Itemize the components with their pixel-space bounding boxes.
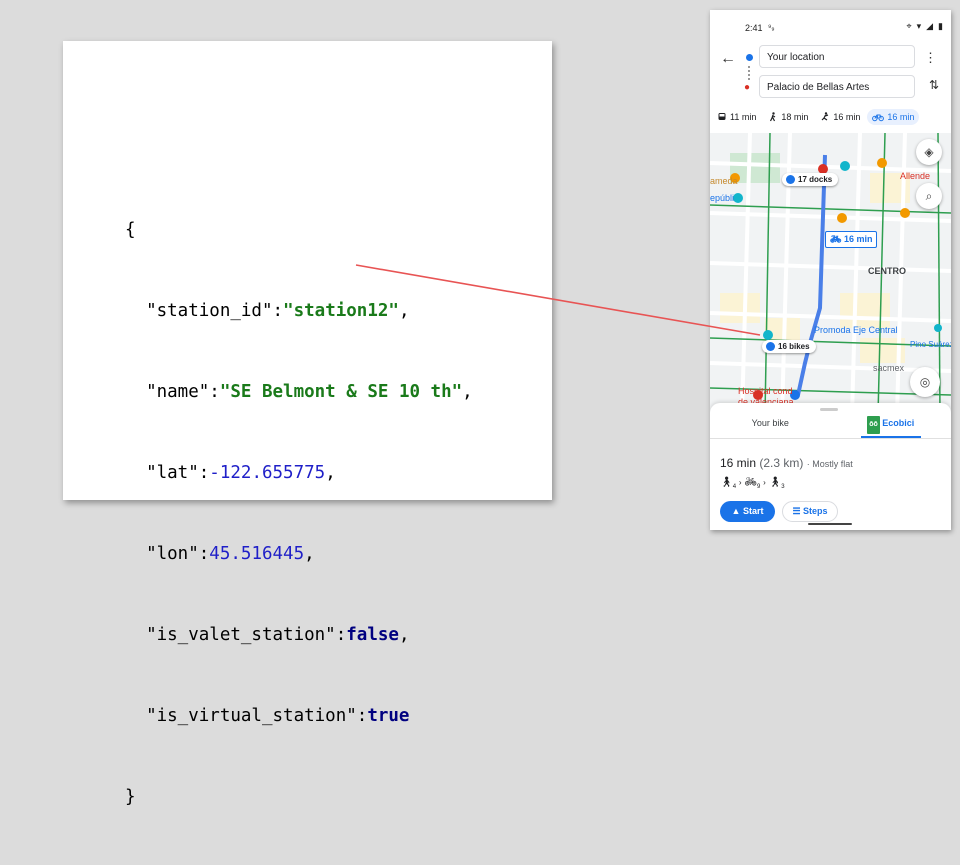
more-vert-icon[interactable]: ⋮ <box>924 50 937 66</box>
json-code: { "station_id":"station12", "name":"SE B… <box>125 163 473 865</box>
my-location-icon[interactable]: ◎ <box>910 367 940 397</box>
chevron-right-icon: › <box>763 478 766 487</box>
navigation-icon: ▲ <box>731 506 741 516</box>
mode-walk-time: 18 min <box>781 112 809 122</box>
tab-ecobici[interactable]: ōō Ecobici <box>831 414 952 438</box>
swap-icon[interactable]: ⇅ <box>929 78 939 92</box>
dock-icon <box>786 175 795 184</box>
destination-field[interactable]: Palacio de Bellas Artes <box>759 75 915 98</box>
travel-modes: 11 min 18 min 16 min 16 min <box>710 105 951 129</box>
code-line-lat: "lat":-122.655775, <box>125 463 336 483</box>
trip-legs: 🚶︎4 › 🚲︎9 › 🚶︎3 <box>720 477 785 490</box>
destination-pin-icon: ● <box>744 82 751 93</box>
code-line-name: "name":"SE Belmont & SE 10 th", <box>125 382 473 402</box>
mode-walk[interactable]: 18 min <box>763 109 813 125</box>
status-bar: 2:41 ⁹₉ ⌖ ▾ ◢ ▮ <box>710 10 951 46</box>
trip-duration: 16 min <box>720 456 757 470</box>
ride-icon <box>821 112 829 121</box>
bike-icon <box>872 114 885 122</box>
docks-chip[interactable]: 17 docks <box>782 173 839 186</box>
steps-button[interactable]: ☰ Steps <box>782 501 838 522</box>
tab-your-bike[interactable]: Your bike <box>710 414 831 438</box>
sheet-handle[interactable] <box>820 408 838 411</box>
transit-icon <box>718 113 726 120</box>
start-button[interactable]: ▲ Start <box>720 501 775 522</box>
mode-ride[interactable]: 16 min <box>815 109 865 125</box>
layers-icon[interactable]: ◈ <box>916 139 942 165</box>
back-arrow-icon[interactable]: ← <box>720 50 736 68</box>
map-label-allende: Allende <box>900 171 931 181</box>
status-sim: ⁹₉ <box>768 23 775 32</box>
mode-ride-time: 16 min <box>833 112 861 122</box>
bottom-sheet: Your bike ōō Ecobici 16 min (2.3 km) · M… <box>710 403 951 530</box>
map-label-sacmex: sacmex <box>873 363 905 373</box>
map-label-alameda: ameda <box>710 176 738 186</box>
code-line-station-id: "station_id":"station12", <box>125 301 410 321</box>
map-label-republica: epúbli <box>710 193 735 203</box>
bike-tabs: Your bike ōō Ecobici <box>710 414 951 438</box>
code-line-open: { <box>125 220 136 240</box>
status-icons: ⌖ ▾ ◢ ▮ <box>907 21 943 32</box>
walk-icon: 🚶︎4 <box>720 477 737 490</box>
trip-distance: (2.3 km) <box>759 456 804 470</box>
signal-icon: ◢ <box>926 21 934 31</box>
mode-bike-time: 16 min <box>887 112 915 122</box>
walk-icon: 🚶︎3 <box>768 477 785 490</box>
map-label-promenade: Promoda Eje Central <box>814 325 898 335</box>
mode-transit-time: 11 min <box>730 112 757 122</box>
phone-screen: 2:41 ⁹₉ ⌖ ▾ ◢ ▮ ← ● Your location Palaci… <box>710 10 951 530</box>
route-time-label: 🚲︎ 16 min <box>825 231 878 248</box>
wifi-icon: ▾ <box>916 21 922 31</box>
origin-dot-icon <box>746 54 753 61</box>
code-line-close: } <box>125 787 136 807</box>
mode-transit[interactable]: 11 min <box>712 109 761 125</box>
chevron-right-icon: › <box>738 478 742 487</box>
ecobici-icon: ōō <box>867 416 880 434</box>
trip-terrain: Mostly flat <box>812 459 853 469</box>
mode-bike[interactable]: 16 min <box>867 109 920 125</box>
search-icon[interactable]: ⌕ <box>916 183 942 209</box>
list-icon: ☰ <box>792 506 801 516</box>
bike-station-icon <box>766 342 775 351</box>
status-time: 2:41 <box>745 23 763 33</box>
map-view[interactable]: 17 docks 🚲︎ 16 min 16 bikes CENTRO Allen… <box>710 133 951 415</box>
home-indicator <box>808 523 852 525</box>
location-icon: ⌖ <box>906 21 912 31</box>
bike-icon: 🚲︎ <box>830 234 842 244</box>
walk-icon <box>770 112 776 122</box>
bike-icon: 🚲︎9 <box>744 477 761 490</box>
tabs-divider <box>710 438 951 439</box>
code-line-valet: "is_valet_station":false, <box>125 625 410 645</box>
trip-summary: 16 min (2.3 km) · Mostly flat <box>720 456 853 470</box>
route-dotted-line <box>748 66 750 80</box>
code-line-virtual: "is_virtual_station":true <box>125 706 410 726</box>
code-line-lon: "lon":45.516445, <box>125 544 315 564</box>
battery-icon: ▮ <box>938 21 943 31</box>
map-label-pino: Pino Suárez <box>910 340 951 349</box>
map-label-centro: CENTRO <box>868 266 906 276</box>
map-label-hospital: Hospital cond <box>738 386 793 396</box>
code-panel: { "station_id":"station12", "name":"SE B… <box>63 41 552 807</box>
origin-field[interactable]: Your location <box>759 45 915 68</box>
bikes-chip[interactable]: 16 bikes <box>762 340 816 353</box>
